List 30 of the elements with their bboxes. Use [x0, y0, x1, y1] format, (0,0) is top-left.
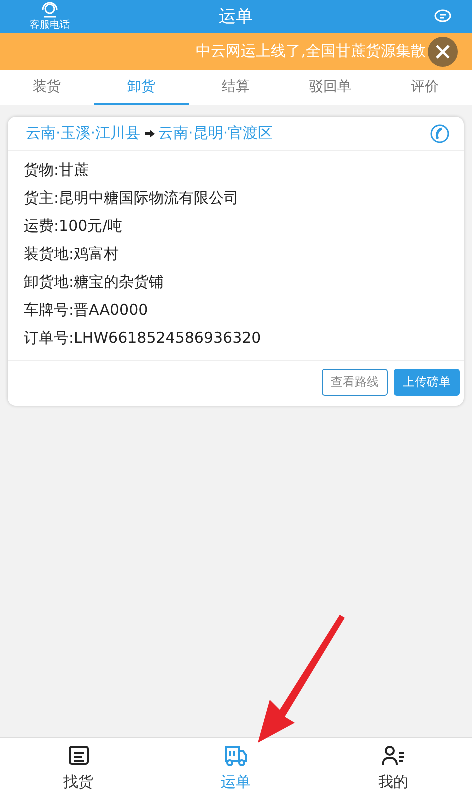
- close-button[interactable]: [428, 36, 458, 66]
- order-detail: 货物:甘蔗: [24, 161, 90, 180]
- announcement-text: 中云网运上线了,全国甘蔗货源集散: [196, 42, 426, 61]
- nav-item[interactable]: 运单: [157, 738, 315, 799]
- order-detail: 订单号:LHW6618524586936320: [24, 329, 262, 348]
- tab[interactable]: 装货: [0, 70, 94, 105]
- order-detail: 货主:昆明中糖国际物流有限公司: [24, 189, 240, 208]
- upload-button[interactable]: 上传磅单: [394, 369, 460, 396]
- order-detail: 车牌号:晋AA0000: [24, 301, 150, 320]
- order-detail: 装货地:鸡富村: [24, 245, 120, 264]
- phone-icon[interactable]: [430, 124, 450, 144]
- nav-item[interactable]: 找货: [0, 738, 158, 799]
- tab[interactable]: 结算: [188, 70, 284, 105]
- person-icon: [380, 745, 406, 767]
- tab[interactable]: 驳回单: [283, 70, 378, 105]
- close-icon: [435, 44, 451, 60]
- arrow-icon: [144, 130, 155, 138]
- order-detail: 卸货地:糖宝的杂货铺: [24, 273, 166, 292]
- tab[interactable]: 卸货: [94, 70, 189, 105]
- customer-service-label[interactable]: 客服电话: [30, 18, 70, 32]
- message-icon[interactable]: [434, 8, 452, 24]
- nav-item[interactable]: 我的: [314, 738, 472, 799]
- truck-icon: [222, 745, 249, 767]
- origin-text: 云南·玉溪·江川县: [26, 124, 141, 143]
- tab[interactable]: 评价: [378, 70, 472, 105]
- headset-icon[interactable]: [40, 2, 60, 18]
- page-title: 运单: [219, 6, 253, 28]
- order-detail: 运费:100元/吨: [24, 217, 124, 236]
- destination-text: 云南·昆明·官渡区: [158, 124, 274, 143]
- route-button[interactable]: 查看路线: [322, 369, 388, 396]
